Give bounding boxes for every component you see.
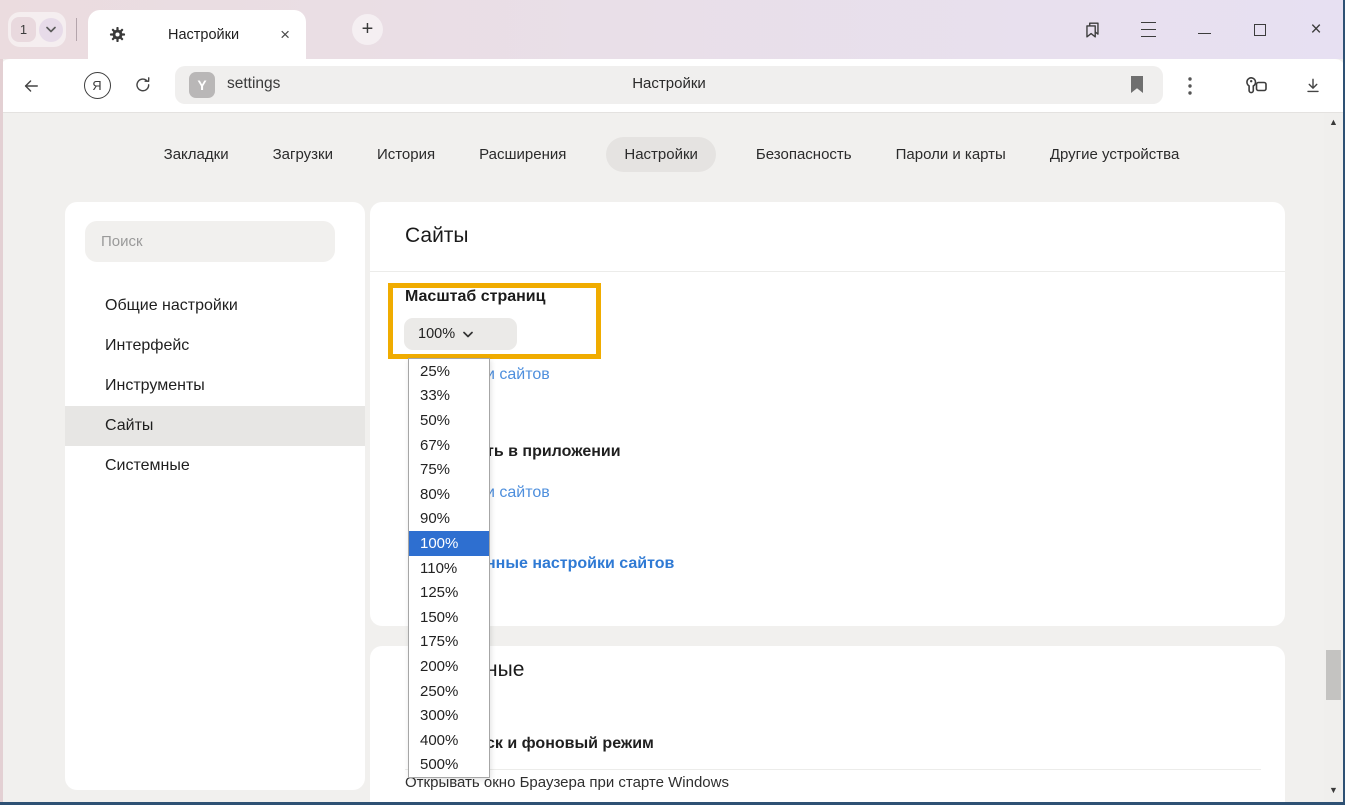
nav-tab-extensions[interactable]: Расширения	[475, 137, 570, 172]
launch-background-label: ск и фоновый режим	[486, 735, 654, 753]
close-window-icon[interactable]: ×	[1296, 0, 1336, 59]
zoom-option[interactable]: 200%	[409, 654, 489, 679]
zoom-option[interactable]: 33%	[409, 384, 489, 409]
zoom-option[interactable]: 250%	[409, 679, 489, 704]
system-section-title: ные	[486, 658, 524, 682]
zoom-option[interactable]: 25%	[409, 359, 489, 384]
zoom-option[interactable]: 500%	[409, 753, 489, 778]
passwords-icon[interactable]	[1240, 59, 1274, 112]
site-settings-link-2[interactable]: и сайтов	[486, 484, 550, 502]
nav-tab-devices[interactable]: Другие устройства	[1046, 137, 1183, 172]
browser-toolbar: Я Y settings Настройки	[0, 59, 1345, 112]
zoom-option[interactable]: 300%	[409, 703, 489, 728]
sidebar-item-system[interactable]: Системные	[65, 446, 365, 486]
page-zoom-label: Масштаб страниц	[405, 288, 545, 306]
scroll-up-icon[interactable]: ▲	[1324, 117, 1343, 127]
zoom-dropdown-list: 25% 33% 50% 67% 75% 80% 90% 100% 110% 12…	[408, 358, 490, 778]
minimize-icon[interactable]	[1184, 0, 1224, 59]
sidebar-item-tools[interactable]: Инструменты	[65, 366, 365, 406]
yandex-logo-icon[interactable]: Я	[82, 59, 112, 112]
tab-bar: 1	[0, 0, 1345, 59]
tab-title: Настройки	[127, 27, 280, 43]
gear-icon	[108, 25, 127, 44]
address-bar[interactable]: Y settings Настройки	[175, 66, 1163, 104]
zoom-option-selected[interactable]: 100%	[409, 531, 489, 556]
maximize-icon[interactable]	[1240, 0, 1280, 59]
address-bar-page-title: Настройки	[175, 75, 1163, 92]
divider	[370, 271, 1285, 272]
nav-tab-downloads[interactable]: Загрузки	[269, 137, 337, 172]
nav-tab-passwords[interactable]: Пароли и карты	[892, 137, 1010, 172]
sidebar-item-general[interactable]: Общие настройки	[65, 286, 365, 326]
page-scrollbar[interactable]: ▲ ▼	[1324, 113, 1343, 802]
collections-icon[interactable]	[1072, 0, 1112, 59]
scroll-down-icon[interactable]: ▼	[1324, 785, 1343, 795]
scrollbar-thumb[interactable]	[1326, 650, 1341, 700]
sidebar-item-sites[interactable]: Сайты	[65, 406, 365, 446]
new-tab-button[interactable]: +	[352, 14, 383, 45]
zoom-option[interactable]: 75%	[409, 457, 489, 482]
zoom-option[interactable]: 80%	[409, 482, 489, 507]
zoom-option[interactable]: 90%	[409, 507, 489, 532]
sidebar-list: Общие настройки Интерфейс Инструменты Са…	[65, 286, 365, 486]
open-in-app-label: ть в приложении	[486, 443, 621, 461]
page-zoom-select[interactable]: 100%	[404, 318, 517, 350]
advanced-site-settings-link[interactable]: нные настройки сайтов	[486, 555, 674, 573]
browser-window: 1	[0, 0, 1345, 805]
settings-sidebar: Общие настройки Интерфейс Инструменты Са…	[65, 202, 365, 790]
menu-icon[interactable]	[1128, 0, 1168, 59]
zoom-option[interactable]: 150%	[409, 605, 489, 630]
back-icon[interactable]	[16, 59, 46, 112]
zoom-option[interactable]: 50%	[409, 408, 489, 433]
divider	[405, 769, 1261, 770]
search-input[interactable]	[85, 221, 335, 262]
section-title: Сайты	[405, 224, 469, 248]
tab-settings[interactable]: Настройки ×	[88, 10, 306, 59]
sidebar-item-interface[interactable]: Интерфейс	[65, 326, 365, 366]
divider	[76, 18, 77, 41]
zoom-option[interactable]: 175%	[409, 630, 489, 655]
zoom-option[interactable]: 110%	[409, 556, 489, 581]
settings-nav: Закладки Загрузки История Расширения Нас…	[0, 137, 1343, 172]
bookmark-icon[interactable]	[1129, 75, 1145, 94]
chevron-down-icon[interactable]	[39, 18, 63, 42]
download-icon[interactable]	[1298, 59, 1328, 112]
chevron-down-icon	[463, 331, 473, 338]
refresh-icon[interactable]	[128, 59, 158, 112]
nav-tab-history[interactable]: История	[373, 137, 439, 172]
site-settings-link[interactable]: и сайтов	[486, 366, 550, 384]
window-frame-left	[0, 59, 3, 805]
page-zoom-value: 100%	[418, 326, 455, 342]
kebab-menu-icon[interactable]	[1178, 59, 1202, 112]
zoom-option[interactable]: 400%	[409, 728, 489, 753]
close-tab-icon[interactable]: ×	[280, 26, 290, 43]
tab-count-badge[interactable]: 1	[11, 17, 36, 42]
zoom-option[interactable]: 67%	[409, 433, 489, 458]
nav-tab-bookmarks[interactable]: Закладки	[160, 137, 233, 172]
zoom-option[interactable]: 125%	[409, 580, 489, 605]
nav-tab-security[interactable]: Безопасность	[752, 137, 856, 172]
tab-counter[interactable]: 1	[8, 12, 66, 47]
nav-tab-settings[interactable]: Настройки	[606, 137, 716, 172]
